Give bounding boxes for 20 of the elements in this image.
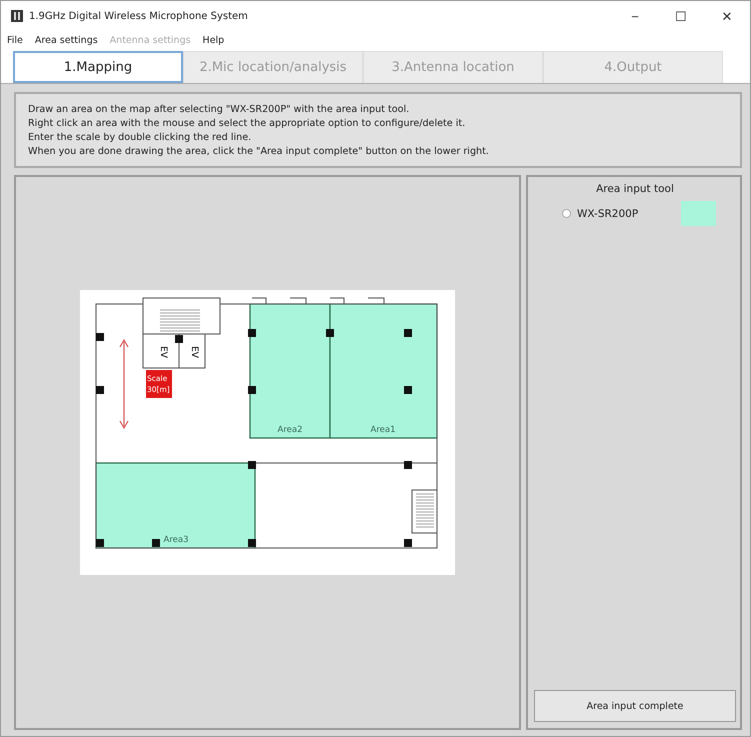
instruction-text: Draw an area on the map after selecting "WX-SR200P" with the area input tool. — [28, 104, 410, 115]
area-label: Area3 — [164, 535, 188, 545]
tool-label[interactable]: WX-SR200P — [577, 208, 675, 220]
area-label: Area2 — [278, 425, 302, 435]
window-title: 1.9GHz Digital Wireless Microphone System — [29, 10, 249, 22]
minimize-button[interactable]: − — [612, 8, 658, 24]
area-input-complete-button[interactable]: Area input complete — [534, 690, 736, 722]
area-label: Area1 — [370, 425, 396, 435]
menu-item[interactable]: File — [1, 34, 29, 46]
elevator-label: EV — [158, 346, 168, 358]
menu-item[interactable]: Help — [196, 34, 230, 46]
panel-title: Area input tool — [595, 183, 675, 195]
instruction-text: Enter the scale by double clicking the red line. — [28, 132, 252, 143]
maximize-button[interactable]: ☐ — [658, 8, 704, 24]
menu-item[interactable]: Area settings — [28, 34, 104, 46]
tab[interactable]: 1.Mapping — [13, 51, 183, 83]
instruction-text: When you are done drawing the area, click the "Area input complete" button on the lower right. — [28, 146, 490, 157]
elevator-label: EV — [189, 346, 199, 358]
instruction-text: Right click an area with the mouse and select the appropriate option to configure/delete it. — [28, 118, 466, 129]
close-button[interactable]: ✕ — [704, 8, 750, 24]
